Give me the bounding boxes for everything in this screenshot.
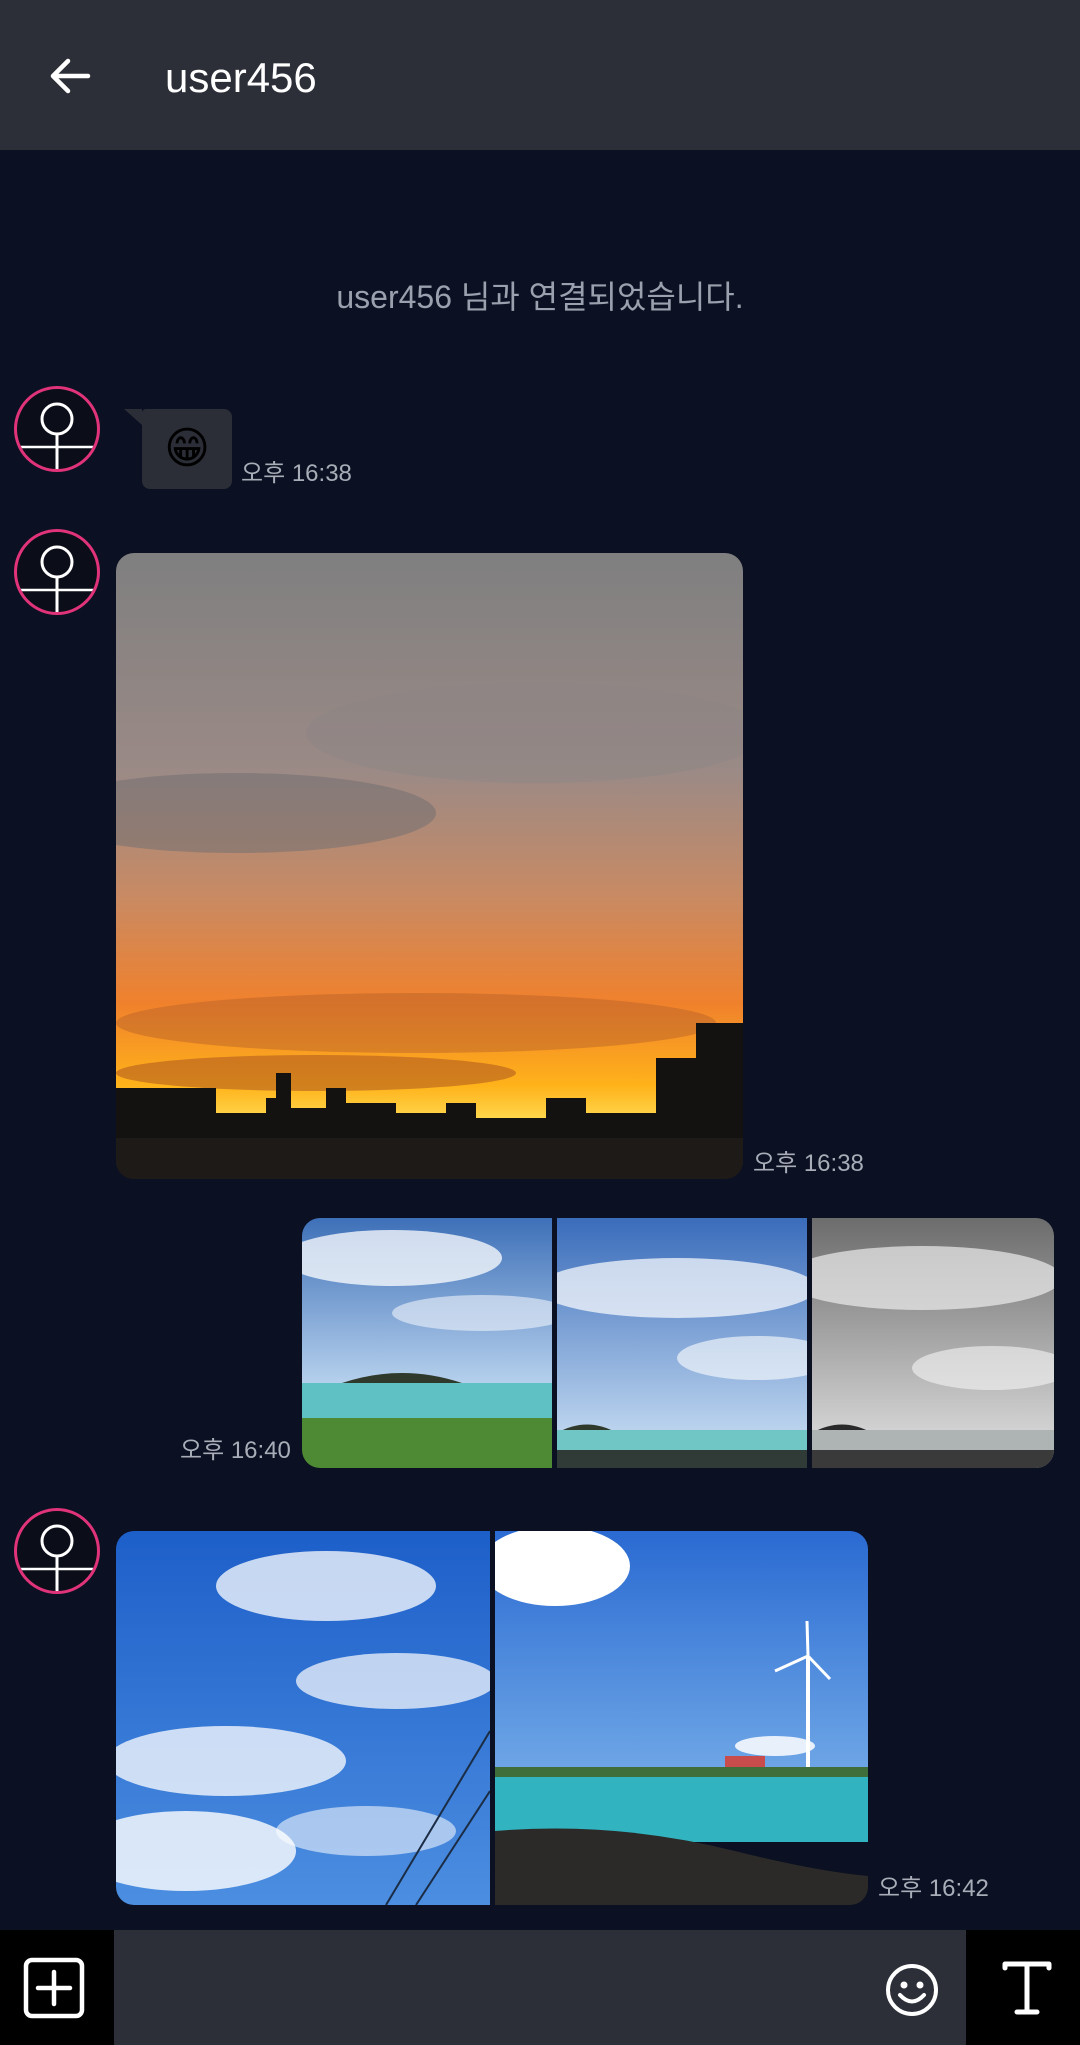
top-app-bar: user456 [0, 0, 1080, 150]
message-time: 오후 16:40 [180, 1437, 291, 1464]
sunset-photo-message[interactable] [116, 553, 743, 1179]
avatar[interactable] [14, 529, 100, 615]
message-time: 오후 16:38 [753, 1150, 864, 1177]
plus-square-icon [23, 1957, 85, 2019]
arrow-left-icon [50, 58, 91, 94]
avatar[interactable] [14, 386, 100, 472]
text-format-icon [1002, 1961, 1052, 2015]
emoji-button[interactable] [884, 1962, 940, 2018]
grinning-emoji: 😁 [164, 424, 210, 473]
wind-turbine-coast-photo[interactable] [495, 1531, 868, 1905]
beach-photo-2[interactable] [557, 1218, 807, 1468]
default-avatar-icon [17, 1524, 97, 1591]
chat-title: user456 [165, 54, 317, 101]
beach-photo-3-grayscale[interactable] [812, 1218, 1054, 1468]
text-format-button[interactable] [995, 1956, 1059, 2020]
connection-system-message: user456 님과 연결되었습니다. [336, 279, 744, 315]
image-group-message [116, 1531, 868, 1905]
emoji-message-bubble[interactable]: 😁 [142, 409, 232, 489]
bubble-tail [124, 409, 142, 425]
message-input[interactable] [114, 1930, 966, 2045]
image-group-message [302, 1218, 1054, 1468]
message-input-bar [0, 1930, 1080, 2045]
message-time: 오후 16:42 [878, 1875, 989, 1902]
back-button[interactable] [38, 44, 102, 108]
add-attachment-button[interactable] [22, 1956, 86, 2020]
message-time: 오후 16:38 [241, 460, 352, 487]
beach-photo-1[interactable] [302, 1218, 552, 1468]
smiley-icon [886, 1964, 938, 2016]
default-avatar-icon [17, 545, 97, 612]
blue-sky-photo[interactable] [116, 1531, 490, 1905]
default-avatar-icon [17, 402, 97, 469]
avatar[interactable] [14, 1508, 100, 1594]
